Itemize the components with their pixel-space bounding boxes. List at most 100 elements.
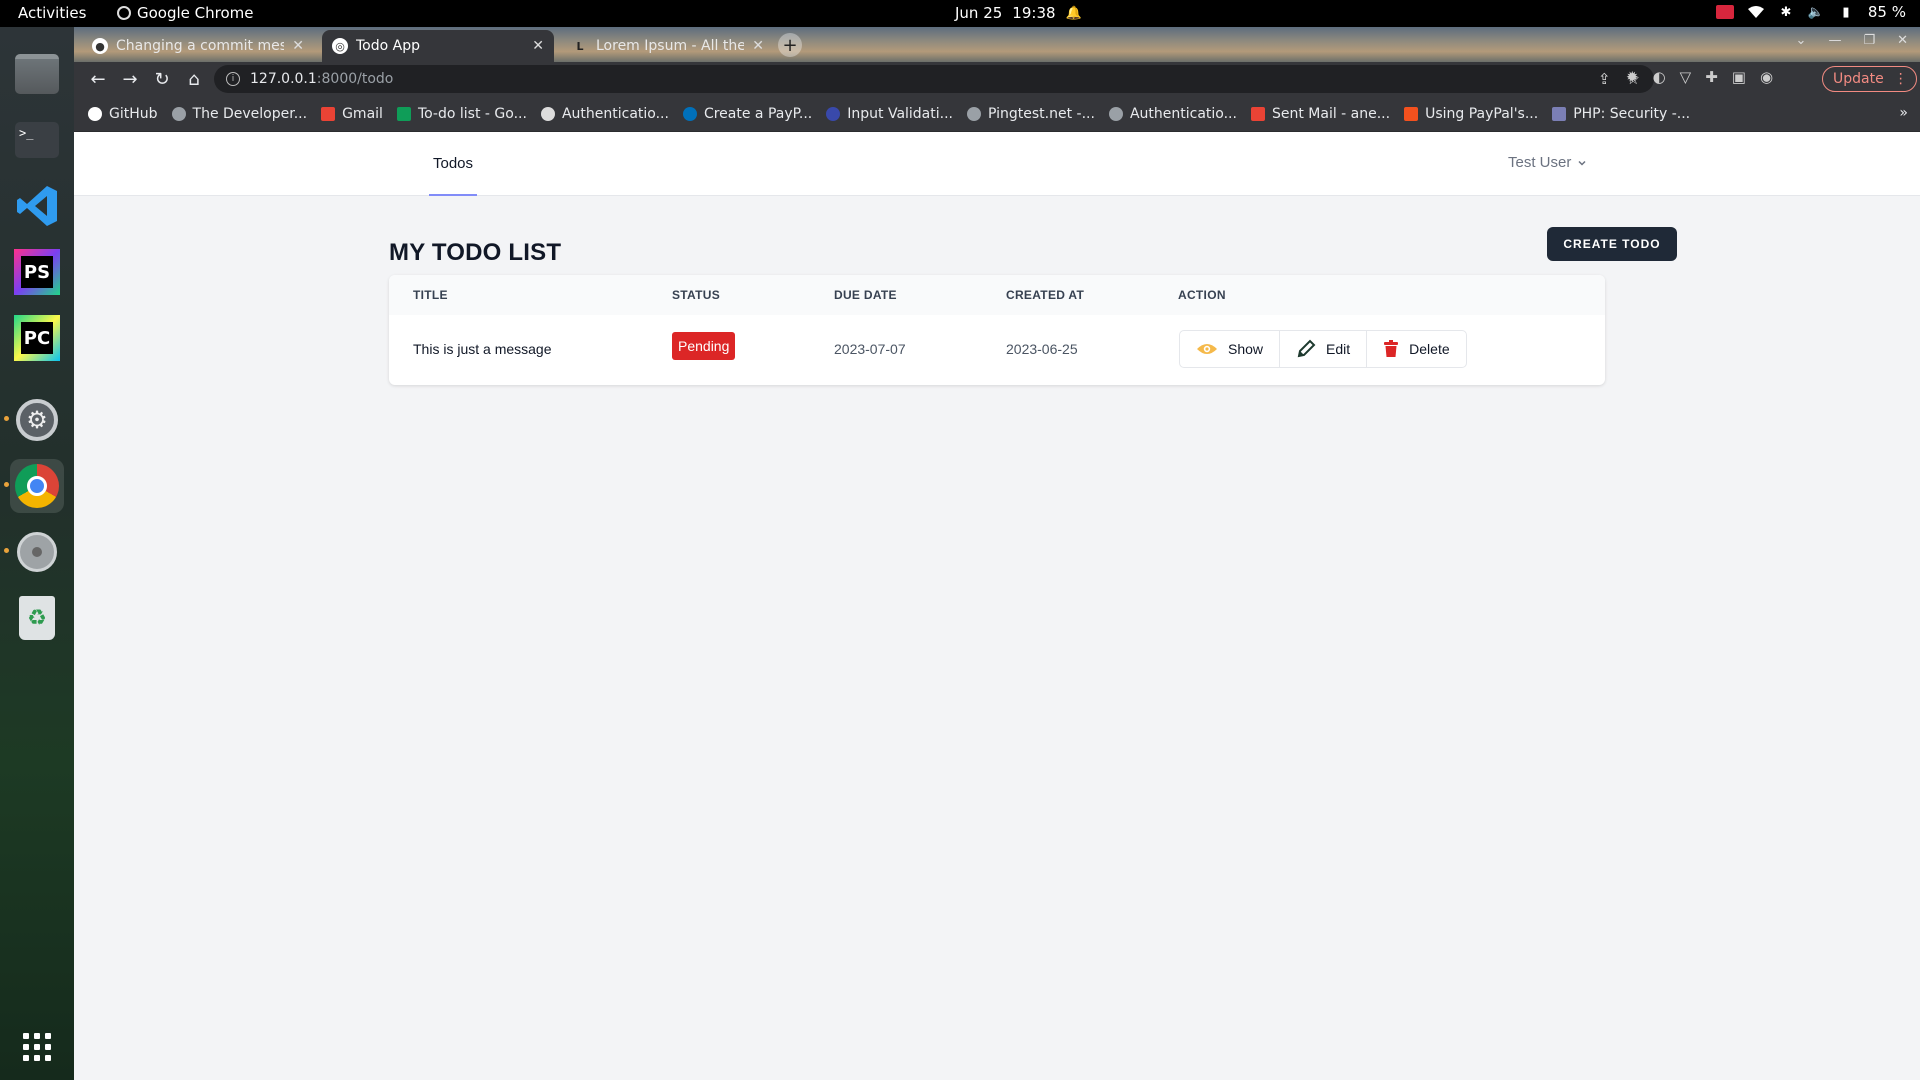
profile-avatar-icon[interactable]: ◉ <box>1760 68 1773 86</box>
address-bar[interactable]: i 127.0.0.1:8000/todo ⇪ ☆ <box>214 65 1654 93</box>
column-header-status: STATUS <box>672 288 721 302</box>
bluetooth-icon: ✱ <box>1780 4 1792 20</box>
bookmarks-overflow-icon[interactable]: » <box>1899 105 1908 121</box>
validation-icon <box>826 106 841 121</box>
dock-settings[interactable]: ⚙ <box>10 393 64 447</box>
dock-disc[interactable] <box>10 525 64 579</box>
bookmark-item[interactable]: Sent Mail - ane... <box>1250 105 1391 122</box>
user-menu[interactable]: Test User <box>1508 154 1587 171</box>
dock-pycharm[interactable]: PC <box>10 311 64 365</box>
close-window-icon[interactable]: ✕ <box>1897 33 1908 48</box>
running-indicator <box>4 548 9 553</box>
table-header: TITLE STATUS DUE DATE CREATED AT ACTION <box>389 275 1605 315</box>
row-actions: Show Edit Delete <box>1179 330 1467 368</box>
paypal-icon <box>682 106 697 121</box>
bookmark-item[interactable]: Pingtest.net -... <box>967 106 1095 122</box>
extension-v-icon[interactable]: ▽ <box>1680 68 1692 86</box>
eye-icon <box>1197 344 1217 354</box>
share-icon[interactable]: ⇪ <box>1598 70 1611 88</box>
dock-files[interactable] <box>10 47 64 101</box>
close-icon[interactable]: ✕ <box>292 38 304 54</box>
tab-search-icon[interactable]: ⌄ <box>1796 33 1807 48</box>
github-icon: ● <box>92 38 108 54</box>
new-tab-button[interactable]: + <box>778 33 802 57</box>
bookmark-item[interactable]: Create a PayP... <box>682 106 812 122</box>
wifi-icon <box>1747 4 1764 20</box>
globe-icon <box>171 106 186 121</box>
bookmark-item[interactable]: Using PayPal's... <box>1404 106 1538 122</box>
side-panel-icon[interactable]: ▣ <box>1732 68 1746 86</box>
app-grid-icon <box>23 1033 51 1061</box>
bookmark-item[interactable]: PHP: Security -... <box>1552 106 1690 122</box>
create-todo-button[interactable]: CREATE TODO <box>1547 227 1677 261</box>
bookmark-label: Pingtest.net -... <box>988 105 1095 122</box>
puzzle-icon[interactable]: ✚ <box>1705 68 1718 86</box>
bookmark-label: Authenticatio... <box>561 105 669 122</box>
extension-gear-icon[interactable]: ✹ <box>1626 68 1639 86</box>
bell-icon: 🔔 <box>1065 5 1082 21</box>
bookmark-label: Sent Mail - ane... <box>1271 105 1391 122</box>
todo-title: This is just a message <box>413 341 552 357</box>
bookmark-item[interactable]: Input Validati... <box>826 106 953 122</box>
dock-phpstorm[interactable]: PS <box>10 245 64 299</box>
back-arrow-icon[interactable]: ← <box>82 65 114 93</box>
bookmark-item[interactable]: Authenticatio... <box>540 105 669 122</box>
bookmark-item[interactable]: Authenticatio... <box>1108 106 1237 122</box>
trash-can-icon <box>1384 340 1399 357</box>
maximize-icon[interactable]: ❐ <box>1863 33 1875 48</box>
screen-share-icon <box>1715 5 1734 19</box>
close-icon[interactable]: ✕ <box>752 38 764 54</box>
column-header-created-at: CREATED AT <box>1006 288 1085 302</box>
tab-lorem-ipsum[interactable]: L Lorem Ipsum - All the fact ✕ <box>562 30 774 62</box>
home-icon[interactable]: ⌂ <box>178 65 210 93</box>
edit-label: Edit <box>1326 341 1351 357</box>
bookmark-label: Gmail <box>342 105 383 122</box>
bookmark-item[interactable]: The Developer... <box>171 105 308 122</box>
minimize-icon[interactable]: — <box>1828 33 1841 48</box>
bookmark-item[interactable]: Gmail <box>321 106 383 122</box>
dock-chrome[interactable] <box>10 459 64 513</box>
phpstorm-icon: PS <box>14 249 60 295</box>
column-header-action: ACTION <box>1178 288 1226 302</box>
tab-title: Lorem Ipsum - All the fact <box>596 38 745 54</box>
close-icon[interactable]: ✕ <box>532 38 544 54</box>
show-button[interactable]: Show <box>1180 331 1281 367</box>
edit-button[interactable]: Edit <box>1280 331 1368 367</box>
dock-trash[interactable]: ♻ <box>10 591 64 645</box>
app-menu[interactable]: Google Chrome <box>117 4 254 22</box>
terminal-icon: >_ <box>15 122 59 158</box>
dock-terminal[interactable]: >_ <box>10 113 64 167</box>
bookmark-item[interactable]: GitHub <box>88 106 158 122</box>
bookmark-label: To-do list - Go... <box>417 105 527 122</box>
todo-table: TITLE STATUS DUE DATE CREATED AT ACTION … <box>389 275 1605 385</box>
app-name: Google Chrome <box>137 4 254 22</box>
delete-button[interactable]: Delete <box>1367 331 1465 367</box>
dock-show-apps[interactable] <box>10 1020 64 1074</box>
system-tray[interactable]: ✱ 🔈 ▮ 85 % <box>1715 3 1906 21</box>
tab-title: Changing a commit messa <box>116 38 285 54</box>
update-button[interactable]: Update ⋮ <box>1822 66 1917 92</box>
bookmark-label: The Developer... <box>192 105 308 122</box>
dock: >_ PS PC ⚙ ♻ <box>0 27 74 1080</box>
clock[interactable]: Jun 25 19:38 🔔 <box>955 4 1082 22</box>
tab-todo-app[interactable]: ◎ Todo App ✕ <box>322 30 554 62</box>
dock-vscode[interactable] <box>10 179 64 233</box>
gmail-icon <box>321 106 336 121</box>
forward-arrow-icon[interactable]: → <box>114 65 146 93</box>
show-label: Show <box>1228 341 1264 357</box>
bookmark-label: Input Validati... <box>847 105 953 122</box>
gmail-icon <box>1250 106 1265 121</box>
extension-icons: ✹ ◐ ▽ ✚ ▣ ◉ <box>1626 68 1773 86</box>
created-at: 2023-06-25 <box>1006 341 1078 357</box>
activities-button[interactable]: Activities <box>18 4 86 22</box>
tab-commit-message[interactable]: ● Changing a commit messa ✕ <box>82 30 314 62</box>
due-date: 2023-07-07 <box>834 341 906 357</box>
nav-link-todos[interactable]: Todos <box>429 132 478 196</box>
volume-icon: 🔈 <box>1807 4 1824 20</box>
clock-date: Jun 25 <box>955 4 1003 22</box>
app-navbar: Todos Test User <box>74 132 1920 196</box>
extension-circle-icon[interactable]: ◐ <box>1653 68 1666 86</box>
site-info-icon[interactable]: i <box>226 72 240 86</box>
reload-icon[interactable]: ↻ <box>146 65 178 93</box>
bookmark-item[interactable]: To-do list - Go... <box>396 105 527 122</box>
